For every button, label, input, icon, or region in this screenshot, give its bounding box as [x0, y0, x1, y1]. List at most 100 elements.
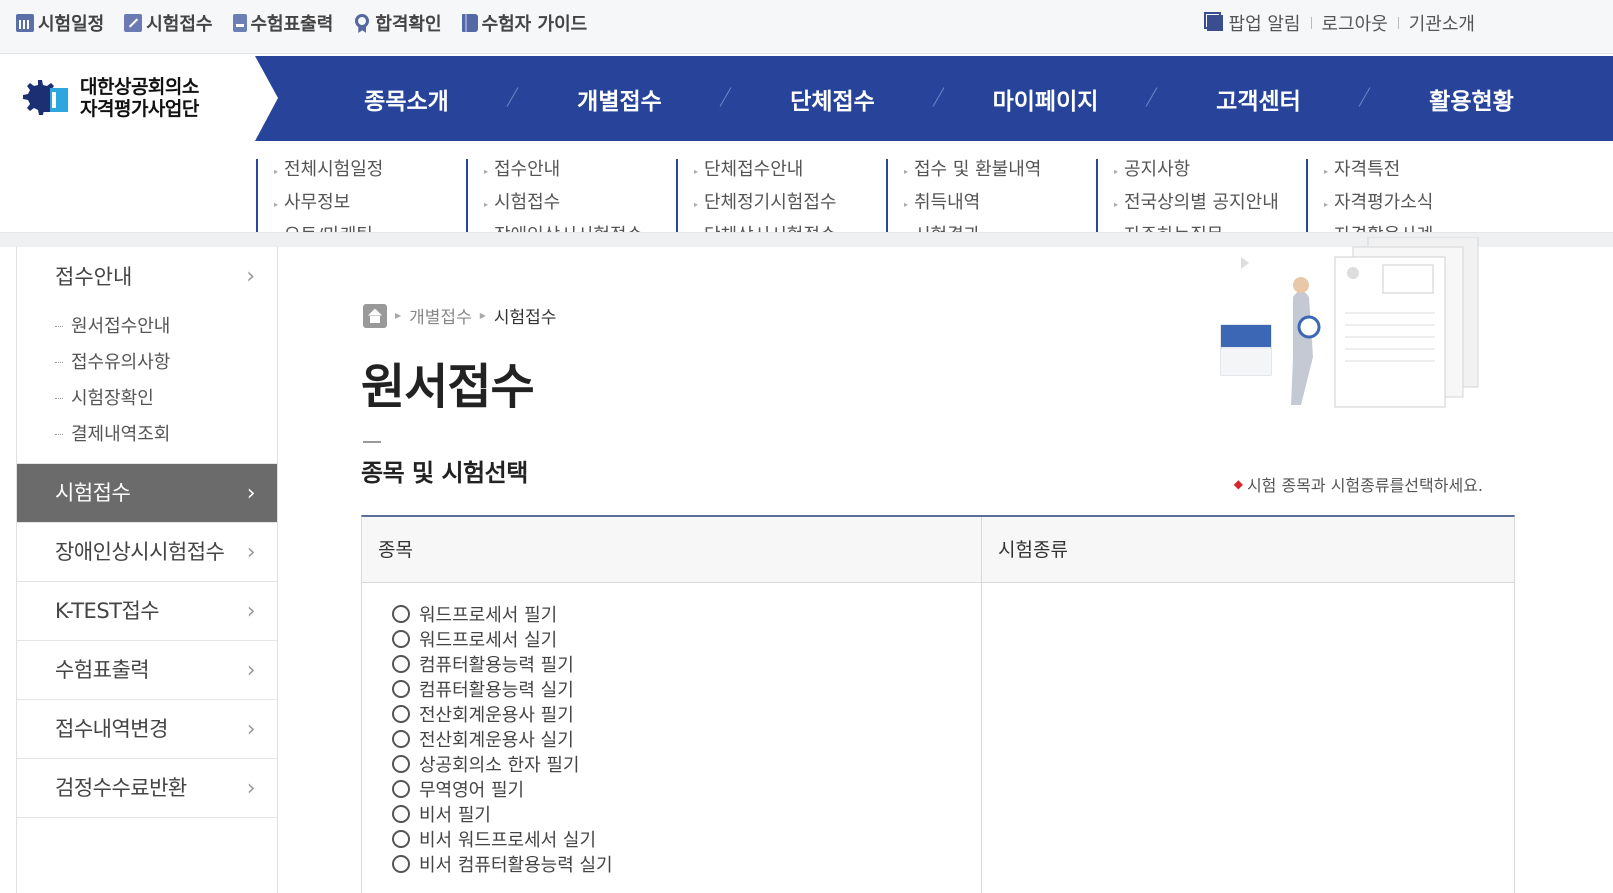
subject-option[interactable]: 워드프로세서 실기	[392, 626, 981, 651]
sidebar-item-disabled-exam[interactable]: 장애인상시시험접수 ›	[17, 523, 277, 582]
subject-option-label: 비서 워드프로세서 실기	[419, 829, 597, 851]
util-result-link[interactable]: 합격확인	[353, 10, 442, 36]
mega-item[interactable]: 자격활용사례	[1324, 225, 1516, 232]
radio-button[interactable]	[392, 704, 410, 723]
mega-item[interactable]: 취득내역	[904, 192, 1096, 225]
radio-button[interactable]	[392, 804, 410, 823]
mega-item[interactable]: 전국상의별 공지안내	[1114, 192, 1306, 225]
mega-item[interactable]: 오토/마케팅	[274, 225, 466, 232]
chevron-right-icon: ›	[246, 540, 256, 565]
radio-button[interactable]	[392, 604, 410, 623]
nav-item-support[interactable]: 고객센터	[1152, 82, 1365, 116]
radio-button[interactable]	[392, 854, 410, 873]
sidebar-item-ticket-print[interactable]: 수험표출력 ›	[17, 641, 277, 700]
site-logo[interactable]: 대한상공회의소 자격평가사업단	[0, 56, 278, 141]
page-title: 원서접수	[361, 359, 535, 415]
util-guide-link[interactable]: 수험자 가이드	[461, 10, 587, 36]
nav-menu: 종목소개 개별접수 단체접수 마이페이지 고객센터 활용현황	[300, 56, 1578, 141]
sidebar-item-apply-guide[interactable]: 접수안내 ›	[17, 247, 277, 307]
home-icon[interactable]	[363, 303, 387, 328]
mega-item[interactable]: 자격평가소식	[1324, 192, 1516, 225]
mega-col-mypage: 접수 및 환불내역 취득내역 시험결과	[886, 159, 1096, 232]
main-content: ▶ 개별접수 ▶ 시험접수 원서접수 종목 및 시험선택 ◆ 시험 종목과 시험…	[278, 237, 1613, 893]
subject-option[interactable]: 상공회의소 한자 필기	[392, 751, 981, 776]
nav-item-intro[interactable]: 종목소개	[300, 82, 513, 116]
util-ticket-link[interactable]: 수험표출력	[232, 10, 333, 36]
mega-item[interactable]: 자격특전	[1324, 159, 1516, 192]
nav-item-group[interactable]: 단체접수	[726, 82, 939, 116]
mega-item[interactable]: 단체상시시험접수	[694, 225, 886, 232]
popup-alert-link[interactable]: 팝업 알림	[1203, 10, 1301, 36]
mega-item[interactable]: 시험결과	[904, 225, 1096, 232]
breadcrumb-separator-icon: ▶	[395, 311, 402, 320]
exam-selection-table: 종목 시험종류 워드프로세서 필기 워드프로세서 실기 컴퓨터활용능력 필기 컴…	[361, 515, 1515, 893]
subject-option[interactable]: 컴퓨터활용능력 실기	[392, 676, 981, 701]
subject-option-label: 비서 필기	[419, 804, 491, 826]
mega-item[interactable]: 단체접수안내	[694, 159, 886, 192]
sidebar-subitem[interactable]: 결제내역조회	[17, 417, 277, 453]
mega-item[interactable]: 장애인상시시험접수	[484, 225, 676, 232]
sidebar-subitem[interactable]: 시험장확인	[17, 381, 277, 417]
chevron-right-icon: ›	[246, 264, 255, 289]
subject-option[interactable]: 비서 필기	[392, 801, 981, 826]
util-schedule-link[interactable]: 시험일정	[16, 10, 104, 36]
mega-item[interactable]: 전체시험일정	[274, 159, 466, 192]
subject-option-label: 전산회계운용사 필기	[419, 704, 574, 726]
mega-item[interactable]: 접수 및 환불내역	[904, 159, 1096, 192]
mega-col-individual: 접수안내 시험접수 장애인상시시험접수	[466, 159, 676, 232]
radio-button[interactable]	[392, 629, 410, 648]
chevron-right-icon: ›	[246, 599, 256, 624]
exam-type-cell	[982, 583, 1514, 893]
sidebar-item-exam-apply[interactable]: 시험접수 ›	[17, 464, 277, 523]
sidebar-subitem[interactable]: 원서접수안내	[17, 309, 277, 345]
book-icon	[461, 14, 478, 32]
subject-option[interactable]: 워드프로세서 필기	[392, 601, 981, 626]
radio-button[interactable]	[392, 829, 410, 848]
subject-option[interactable]: 전산회계운용사 필기	[392, 701, 981, 726]
chevron-right-icon: ›	[246, 717, 256, 742]
divider	[1397, 17, 1399, 29]
util-apply-link[interactable]: 시험접수	[124, 10, 213, 36]
subject-option-label: 워드프로세서 실기	[419, 629, 558, 651]
nav-item-individual[interactable]: 개별접수	[513, 82, 726, 116]
sidebar-item-apply-change[interactable]: 접수내역변경 ›	[17, 700, 277, 759]
radio-button[interactable]	[392, 729, 410, 748]
sidebar-item-ktest[interactable]: K-TEST접수 ›	[17, 582, 277, 641]
radio-button[interactable]	[392, 679, 410, 698]
utility-right: 팝업 알림 로그아웃 기관소개	[1203, 10, 1475, 36]
logout-link[interactable]: 로그아웃	[1322, 10, 1388, 36]
mega-item[interactable]: 공지사항	[1114, 159, 1306, 192]
sidebar-submenu: 원서접수안내 접수유의사항 시험장확인 결제내역조회	[17, 307, 277, 464]
divider	[1310, 17, 1312, 29]
subject-option-label: 컴퓨터활용능력 필기	[419, 654, 574, 676]
sidebar: 접수안내 › 원서접수안내 접수유의사항 시험장확인 결제내역조회 시험접수 ›…	[16, 247, 278, 893]
radio-button[interactable]	[392, 754, 410, 773]
sidebar-item-label: 시험접수	[55, 481, 131, 505]
table-row: 워드프로세서 필기 워드프로세서 실기 컴퓨터활용능력 필기 컴퓨터활용능력 실…	[362, 583, 1514, 893]
subject-option[interactable]: 비서 컴퓨터활용능력 실기	[392, 851, 981, 876]
logo-line-2: 자격평가사업단	[80, 98, 199, 120]
sidebar-item-fee-refund[interactable]: 검정수수료반환 ›	[17, 759, 277, 818]
radio-button[interactable]	[392, 779, 410, 798]
mega-item[interactable]: 단체정기시험접수	[694, 192, 886, 225]
subject-option[interactable]: 전산회계운용사 실기	[392, 726, 981, 751]
sidebar-subitem[interactable]: 접수유의사항	[17, 345, 277, 381]
subject-option[interactable]: 비서 워드프로세서 실기	[392, 826, 981, 851]
breadcrumb-separator-icon: ▶	[479, 311, 486, 320]
breadcrumb-link[interactable]: 개별접수	[409, 303, 472, 328]
mega-item[interactable]: 접수안내	[484, 159, 676, 192]
about-link[interactable]: 기관소개	[1409, 10, 1475, 36]
section-dash	[363, 441, 381, 443]
popup-icon	[1203, 12, 1223, 31]
mega-item[interactable]: 자주하는질문	[1114, 225, 1306, 232]
subject-option-label: 비서 컴퓨터활용능력 실기	[419, 854, 613, 876]
mega-item[interactable]: 사무정보	[274, 192, 466, 225]
mega-item[interactable]: 시험접수	[484, 192, 676, 225]
radio-button[interactable]	[392, 654, 410, 673]
subject-option[interactable]: 컴퓨터활용능력 필기	[392, 651, 981, 676]
mega-menu: 전체시험일정 사무정보 오토/마케팅 접수안내 시험접수 장애인상시시험접수 단…	[0, 141, 1613, 233]
subject-option[interactable]: 무역영어 필기	[392, 776, 981, 801]
nav-item-usage[interactable]: 활용현황	[1365, 82, 1578, 116]
calendar-illustration-icon	[1220, 237, 1479, 408]
nav-item-mypage[interactable]: 마이페이지	[939, 82, 1152, 116]
